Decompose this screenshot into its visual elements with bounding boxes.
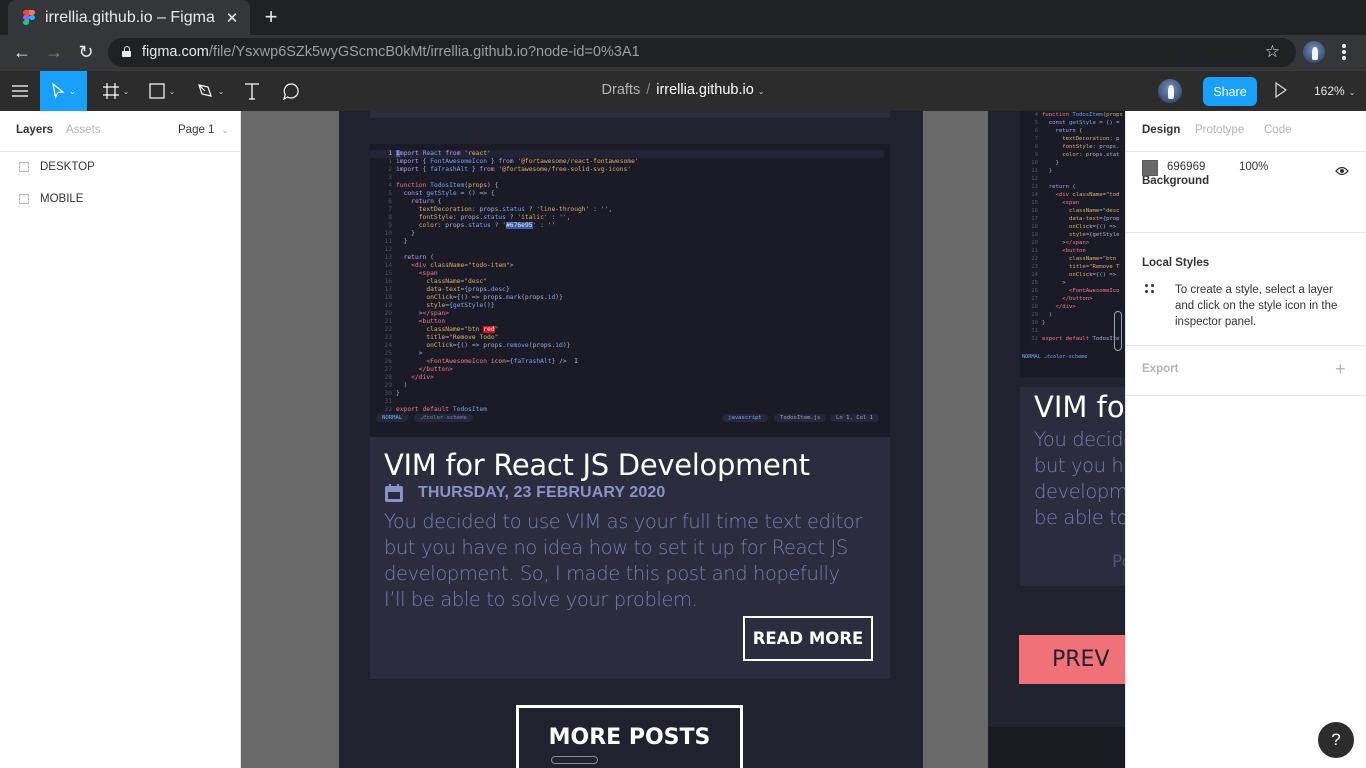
visibility-eye-icon[interactable]: [1335, 163, 1349, 181]
frame-layer-icon: [19, 194, 29, 204]
right-panel-tabs: Design Prototype Code: [1126, 111, 1366, 152]
mobile-vim-statusbar: NORMAL ⎇color-scheme: [1022, 354, 1088, 360]
profile-avatar[interactable]: [1303, 41, 1325, 63]
local-styles-title: Local Styles: [1142, 257, 1210, 269]
user-avatar[interactable]: [1158, 79, 1182, 103]
tab-prototype[interactable]: Prototype: [1195, 124, 1244, 136]
layer-item-desktop[interactable]: DESKTOP: [0, 151, 240, 183]
post-card: VIM for React JS Development THURSDAY, 2…: [370, 437, 890, 679]
frame-icon: [102, 83, 119, 99]
more-posts-label: MORE POSTS: [548, 725, 711, 750]
mobile-frame[interactable]: 4 function TodosItem(props 5 const getSty…: [988, 111, 1125, 768]
mobile-post-title: VIM for React JS Development: [1034, 390, 1125, 424]
vim-position: Ln 1, Col 1: [830, 414, 880, 422]
mobile-footer: [988, 727, 1125, 768]
back-icon[interactable]: ←: [10, 40, 34, 64]
vim-mode: NORMAL: [376, 414, 409, 422]
address-bar-row: ← → ↻ figma.com/file/Ysxwp6SZk5wyGScmcB0…: [0, 35, 1366, 70]
more-posts-button[interactable]: MORE POSTS: [516, 705, 743, 768]
main-menu-icon[interactable]: [6, 71, 34, 111]
tab-code[interactable]: Code: [1264, 124, 1292, 136]
layer-name: MOBILE: [40, 193, 84, 205]
post-title: VIM for React JS Development: [384, 448, 810, 482]
comment-tool-button[interactable]: [279, 71, 303, 111]
pen-tool-button[interactable]: ⌄: [190, 71, 230, 111]
canvas[interactable]: 1 import React from 'react' 1 import { Fon…: [241, 111, 1125, 768]
page-selector[interactable]: Page 1 ⌄: [178, 124, 228, 136]
vim-filetype: javascript: [722, 414, 768, 422]
export-title: Export: [1142, 363, 1179, 375]
layer-name: DESKTOP: [40, 161, 95, 173]
vim-filename: TodosItem.js: [774, 414, 827, 422]
help-button[interactable]: ?: [1318, 722, 1354, 758]
post-excerpt: You decided to use VIM as your full time…: [384, 510, 863, 611]
read-more-button[interactable]: READ MORE: [743, 616, 873, 661]
scroll-indicator: [1114, 311, 1122, 351]
lock-icon: [122, 46, 131, 57]
design-panel: Design Prototype Code Background 696969 …: [1125, 111, 1366, 768]
add-export-icon[interactable]: +: [1335, 359, 1346, 380]
vim-statusbar: NORMAL ⎇color-scheme javascript TodosIte…: [370, 414, 890, 423]
pen-icon: [197, 84, 212, 97]
background-hex-input[interactable]: 696969: [1167, 161, 1205, 173]
mobile-code-screenshot: 4 function TodosItem(props 5 const getSty…: [1020, 111, 1125, 377]
code-content: 1 import React from 'react' 1 import { Fon…: [384, 150, 639, 413]
zoom-level: 162%: [1314, 84, 1345, 98]
background-title: Background: [1142, 175, 1210, 187]
browser-tab[interactable]: irrellia.github.io – Figma ✕: [8, 0, 250, 35]
scroll-indicator: [551, 756, 598, 764]
tab-design[interactable]: Design: [1142, 124, 1180, 136]
breadcrumb-separator: /: [646, 82, 651, 98]
share-button[interactable]: Share: [1203, 77, 1257, 106]
post-date: THURSDAY, 23 FEBRUARY 2020: [418, 484, 666, 501]
shape-tool-button[interactable]: ⌄: [142, 71, 182, 111]
breadcrumb-drafts[interactable]: Drafts: [602, 82, 641, 98]
tab-layers[interactable]: Layers: [16, 124, 53, 136]
desktop-frame[interactable]: 1 import React from 'react' 1 import { Fon…: [339, 111, 923, 768]
browser-tab-bar: irrellia.github.io – Figma ✕ +: [0, 0, 1366, 35]
frame-layer-icon: [19, 162, 29, 172]
styles-icon: [1145, 284, 1157, 296]
reload-icon[interactable]: ↻: [74, 40, 98, 64]
bookmark-star-icon[interactable]: ☆: [1265, 42, 1280, 62]
mobile-post-link: Po: [1112, 552, 1125, 572]
figma-logo-icon: [22, 9, 36, 26]
mobile-post-excerpt: You decided to use VIM as your full time…: [1034, 428, 1125, 529]
prev-button[interactable]: PREV: [1019, 635, 1125, 684]
close-tab-icon[interactable]: ✕: [220, 9, 244, 27]
text-icon: [245, 83, 259, 100]
frame-tool-button[interactable]: ⌄: [96, 71, 136, 111]
file-name[interactable]: irrellia.github.io: [656, 82, 754, 98]
figma-toolbar: Drafts / irrellia.github.io ⌄ ⌄ ⌄ ⌄ ⌄ Share…: [0, 70, 1366, 111]
text-tool-button[interactable]: [240, 71, 264, 111]
cursor-icon: [52, 83, 65, 99]
zoom-dropdown[interactable]: 162% ⌄: [1314, 84, 1355, 98]
vim-branch: ⎇color-scheme: [414, 414, 473, 422]
comment-icon: [283, 83, 299, 100]
tab-title: irrellia.github.io – Figma: [45, 8, 215, 26]
mobile-post-card: VIM for React JS Development You decided…: [1020, 387, 1125, 586]
browser-menu-icon[interactable]: [1336, 41, 1352, 63]
layer-item-mobile[interactable]: MOBILE: [0, 183, 240, 215]
local-styles-hint: To create a style, select a layer and cl…: [1175, 284, 1338, 328]
left-panel-tabs: Layers Assets Page 1 ⌄: [0, 111, 240, 152]
present-play-icon[interactable]: [1275, 81, 1288, 103]
previous-post-card: [370, 111, 890, 118]
new-tab-icon[interactable]: +: [259, 4, 283, 30]
background-color-swatch[interactable]: [1142, 160, 1158, 176]
url-input[interactable]: figma.com/file/Ysxwp6SZk5wyGScmcB0kMt/ir…: [108, 38, 1296, 67]
layers-panel: Layers Assets Page 1 ⌄ DESKTOP MOBILE: [0, 111, 241, 768]
page-name: Page 1: [178, 124, 215, 136]
rectangle-icon: [149, 83, 165, 99]
post-date-row: THURSDAY, 23 FEBRUARY 2020: [385, 484, 665, 502]
chevron-down-icon[interactable]: ⌄: [758, 87, 765, 96]
background-opacity-input[interactable]: 100%: [1239, 161, 1268, 173]
code-screenshot-image: 1 import React from 'react' 1 import { Fon…: [370, 144, 890, 437]
calendar-icon: [385, 484, 403, 502]
url-text: figma.com/file/Ysxwp6SZk5wyGScmcB0kMt/ir…: [142, 44, 640, 60]
tab-assets[interactable]: Assets: [66, 124, 101, 136]
forward-icon[interactable]: →: [42, 40, 66, 64]
move-tool-button[interactable]: ⌄: [40, 71, 87, 111]
